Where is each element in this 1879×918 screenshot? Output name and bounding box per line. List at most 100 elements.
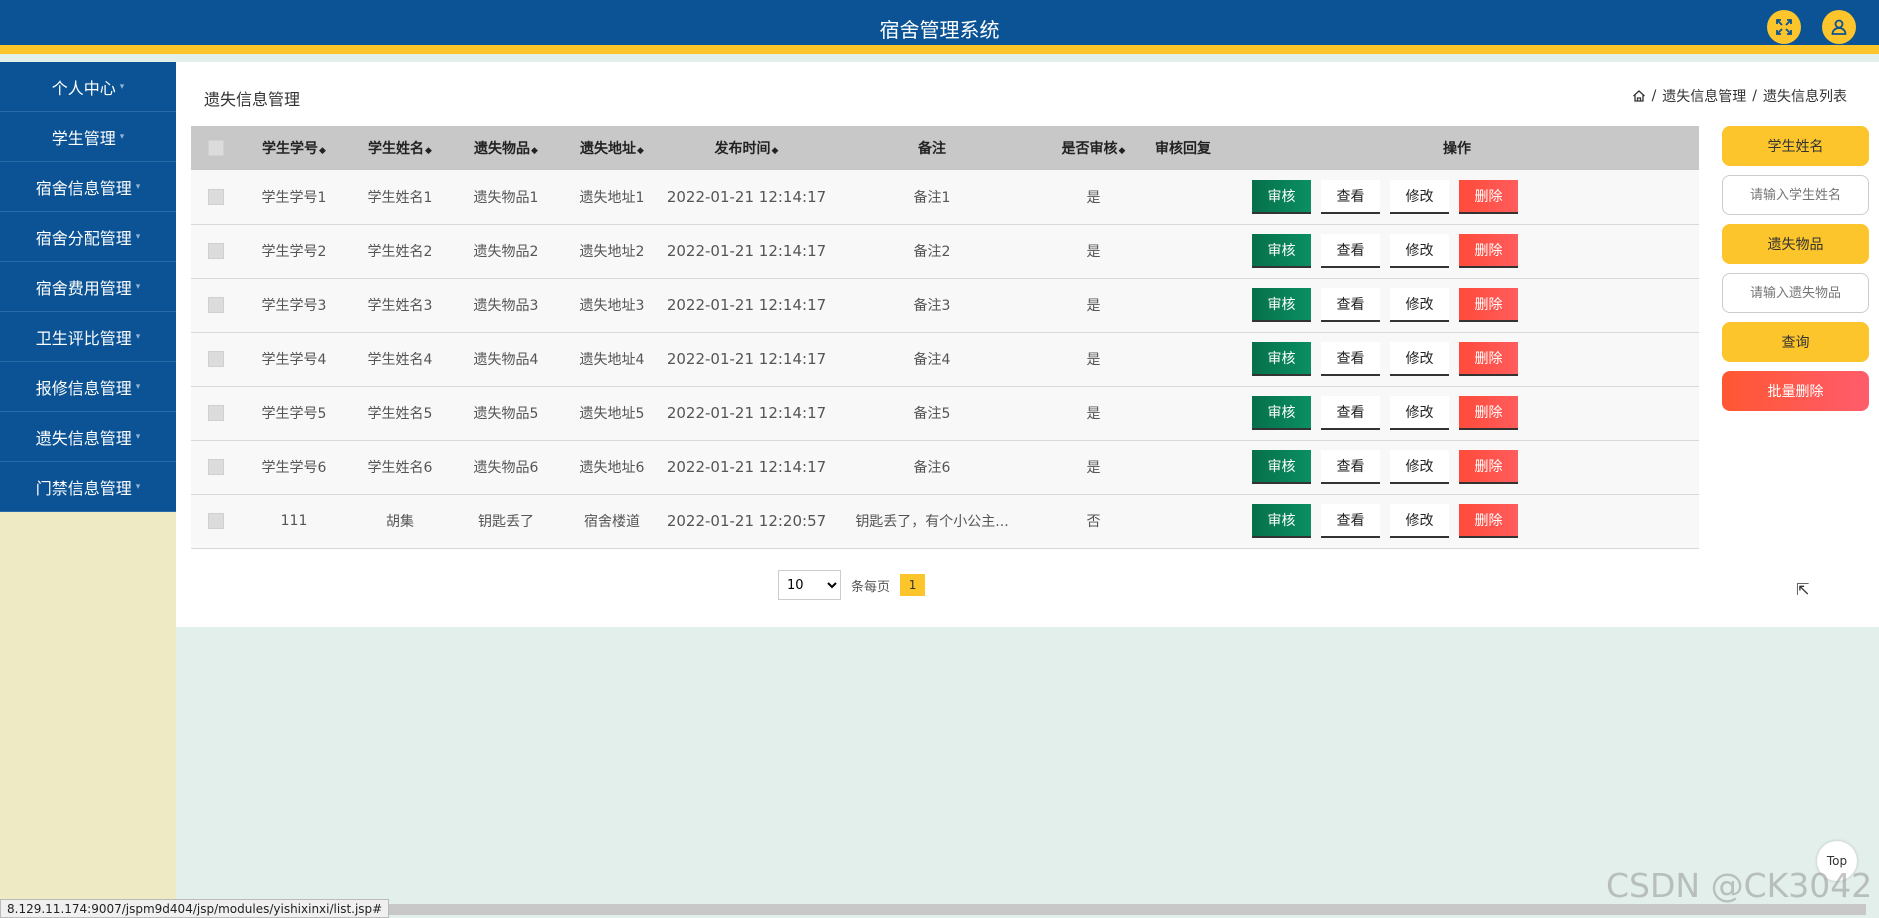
audit-button[interactable]: 审核	[1252, 450, 1311, 484]
cell-audited: 否	[1086, 514, 1101, 530]
table-row: 学生学号4 学生姓名4 遗失物品4 遗失地址4 2022-01-21 12:14:17 备…	[191, 332, 1699, 386]
cell-publish-time: 2022-01-21 12:14:17	[666, 404, 827, 422]
lost-item-label: 遗失物品	[1722, 224, 1869, 264]
page-number-current[interactable]: 1	[900, 574, 926, 596]
sidebar-item-lost-info[interactable]: 遗失信息管理 ▾	[0, 412, 176, 462]
edit-button[interactable]: 修改	[1390, 504, 1449, 538]
cell-student-name: 胡集	[386, 514, 414, 530]
sort-icon: ◆	[1118, 146, 1126, 156]
sidebar-item-label: 宿舍费用管理	[35, 278, 132, 298]
cell-lost-item: 遗失物品1	[473, 189, 539, 206]
breadcrumb: / 遗失信息管理 / 遗失信息列表	[1632, 86, 1847, 106]
sidebar-item-label: 学生管理	[51, 128, 116, 148]
horizontal-scrollbar[interactable]	[356, 904, 1866, 915]
delete-button[interactable]: 删除	[1459, 234, 1518, 268]
column-header-student-id[interactable]: 学生学号◆	[241, 126, 347, 170]
sidebar-item-label: 遗失信息管理	[35, 428, 132, 448]
cell-student-id: 学生学号1	[261, 189, 327, 206]
view-button[interactable]: 查看	[1321, 234, 1380, 268]
row-checkbox[interactable]	[208, 243, 224, 259]
view-button[interactable]: 查看	[1321, 396, 1380, 430]
audit-button[interactable]: 审核	[1252, 234, 1311, 268]
caret-down-icon: ▾	[135, 231, 141, 242]
row-checkbox[interactable]	[208, 405, 224, 421]
column-header-lost-item[interactable]: 遗失物品◆	[453, 126, 559, 170]
sidebar-item-student-management[interactable]: 学生管理 ▾	[0, 112, 176, 162]
row-checkbox[interactable]	[208, 513, 224, 529]
column-header-publish-time[interactable]: 发布时间◆	[665, 126, 828, 170]
cell-note: 备注3	[913, 298, 951, 314]
cell-lost-address: 遗失地址4	[579, 352, 645, 368]
caret-down-icon: ▾	[135, 481, 141, 492]
caret-down-icon: ▾	[119, 131, 125, 142]
row-checkbox[interactable]	[208, 188, 224, 205]
page-title: 遗失信息管理	[204, 90, 301, 109]
cell-note: 备注6	[913, 460, 951, 476]
cell-student-id: 学生学号6	[261, 460, 327, 476]
audit-button[interactable]: 审核	[1252, 504, 1311, 538]
sidebar-item-label: 卫生评比管理	[35, 328, 132, 348]
delete-button[interactable]: 删除	[1459, 450, 1518, 484]
view-button[interactable]: 查看	[1321, 288, 1380, 322]
sort-icon: ◆	[425, 146, 432, 156]
delete-button[interactable]: 删除	[1459, 396, 1518, 430]
audit-button[interactable]: 审核	[1252, 342, 1311, 376]
row-checkbox[interactable]	[208, 351, 224, 367]
sidebar-item-dorm-allocation[interactable]: 宿舍分配管理 ▾	[0, 212, 176, 262]
delete-button[interactable]: 删除	[1459, 342, 1518, 376]
column-header-audited[interactable]: 是否审核◆	[1036, 126, 1151, 170]
delete-button[interactable]: 删除	[1459, 504, 1518, 538]
audit-button[interactable]: 审核	[1252, 288, 1311, 322]
sidebar-item-dorm-fees[interactable]: 宿舍费用管理 ▾	[0, 262, 176, 312]
cell-audit-reply	[1151, 170, 1215, 224]
view-button[interactable]: 查看	[1321, 504, 1380, 538]
audit-button[interactable]: 审核	[1252, 179, 1311, 214]
select-all-checkbox[interactable]	[208, 140, 224, 156]
cell-note: 备注4	[913, 352, 951, 368]
column-header-lost-address[interactable]: 遗失地址◆	[559, 126, 665, 170]
cell-audited: 是	[1086, 244, 1101, 260]
edit-button[interactable]: 修改	[1390, 179, 1449, 214]
view-button[interactable]: 查看	[1321, 450, 1380, 484]
cell-student-id: 学生学号2	[261, 244, 327, 260]
student-name-input[interactable]	[1722, 175, 1869, 215]
batch-delete-button[interactable]: 批量删除	[1722, 371, 1869, 411]
cell-student-id: 学生学号4	[261, 352, 327, 368]
row-checkbox[interactable]	[208, 297, 224, 313]
sidebar-item-personal-center[interactable]: 个人中心 ▾	[0, 62, 176, 112]
edit-button[interactable]: 修改	[1390, 234, 1449, 268]
app-title: 宿舍管理系统	[879, 18, 1000, 42]
sidebar-item-dorm-info[interactable]: 宿舍信息管理 ▾	[0, 162, 176, 212]
edit-button[interactable]: 修改	[1390, 342, 1449, 376]
cell-student-id: 111	[280, 513, 308, 529]
edit-button[interactable]: 修改	[1390, 288, 1449, 322]
cell-audit-reply	[1151, 440, 1215, 494]
sidebar-item-access-control[interactable]: 门禁信息管理 ▾	[0, 462, 176, 512]
caret-down-icon: ▾	[135, 281, 141, 292]
status-url: 8.129.11.174:9007/jspm9d404/jsp/modules/…	[0, 899, 390, 918]
sort-icon: ◆	[531, 146, 538, 156]
sort-icon: ◆	[637, 146, 644, 156]
delete-button[interactable]: 删除	[1459, 288, 1518, 322]
page-size-select[interactable]: 10	[778, 570, 841, 600]
edit-button[interactable]: 修改	[1390, 396, 1449, 430]
home-icon[interactable]	[1632, 89, 1646, 103]
query-button[interactable]: 查询	[1722, 322, 1869, 362]
cell-audited: 是	[1086, 352, 1101, 368]
delete-button[interactable]: 删除	[1459, 179, 1518, 214]
cell-audited: 是	[1086, 406, 1101, 422]
audit-button[interactable]: 审核	[1252, 396, 1311, 430]
sidebar-item-hygiene[interactable]: 卫生评比管理 ▾	[0, 312, 176, 362]
user-button[interactable]	[1822, 10, 1856, 44]
view-button[interactable]: 查看	[1321, 179, 1380, 214]
table-row: 学生学号2 学生姓名2 遗失物品2 遗失地址2 2022-01-21 12:14:17 备…	[191, 224, 1699, 278]
row-checkbox[interactable]	[208, 459, 224, 475]
column-header-student-name[interactable]: 学生姓名◆	[347, 126, 453, 170]
view-button[interactable]: 查看	[1321, 342, 1380, 376]
sidebar-item-repair[interactable]: 报修信息管理 ▾	[0, 362, 176, 412]
lost-item-input[interactable]	[1722, 273, 1869, 313]
table-row: 学生学号1 学生姓名1 遗失物品1 遗失地址1 2022-01-21 12:14:17 备…	[191, 170, 1699, 224]
fullscreen-button[interactable]	[1767, 10, 1801, 44]
edit-button[interactable]: 修改	[1390, 450, 1449, 484]
breadcrumb-item[interactable]: 遗失信息管理	[1662, 86, 1746, 106]
